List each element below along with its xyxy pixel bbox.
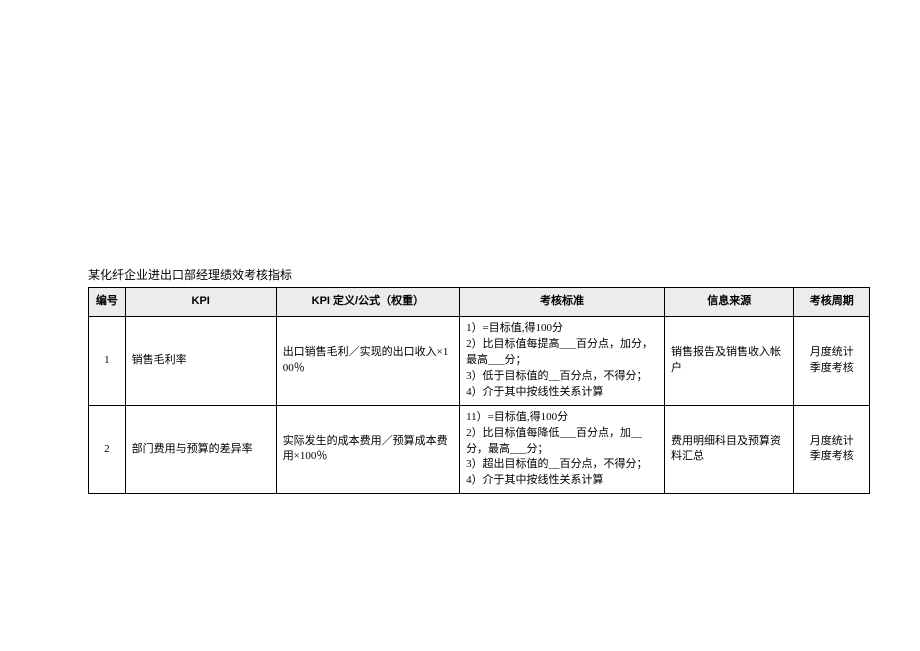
cell-cycle: 月度统计 季度考核 xyxy=(794,405,870,494)
cell-std: 11）=目标值,得100分 2）比目标值每降低___百分点，加__分，最高___… xyxy=(460,405,665,494)
kpi-table: 编号 KPI KPI 定义/公式（权重） 考核标准 信息来源 考核周期 1 销售… xyxy=(88,287,870,494)
cell-std: 1）=目标值,得100分 2）比目标值每提高___百分点，加分，最高___分； … xyxy=(460,316,665,405)
header-no: 编号 xyxy=(89,288,126,317)
cell-kpi: 销售毛利率 xyxy=(125,316,276,405)
cell-def: 实际发生的成本费用／预算成本费用×100％ xyxy=(276,405,459,494)
cell-def: 出口销售毛利／实现的出口收入×100％ xyxy=(276,316,459,405)
table-row: 1 销售毛利率 出口销售毛利／实现的出口收入×100％ 1）=目标值,得100分… xyxy=(89,316,870,405)
cell-no: 2 xyxy=(89,405,126,494)
header-std: 考核标准 xyxy=(460,288,665,317)
header-src: 信息来源 xyxy=(665,288,794,317)
header-def: KPI 定义/公式（权重） xyxy=(276,288,459,317)
header-kpi: KPI xyxy=(125,288,276,317)
cell-src: 费用明细科目及预算资料汇总 xyxy=(665,405,794,494)
table-title: 某化纤企业进出口部经理绩效考核指标 xyxy=(88,266,870,283)
document-content: 某化纤企业进出口部经理绩效考核指标 编号 KPI KPI 定义/公式（权重） 考… xyxy=(88,266,870,494)
header-cycle: 考核周期 xyxy=(794,288,870,317)
cell-no: 1 xyxy=(89,316,126,405)
table-header-row: 编号 KPI KPI 定义/公式（权重） 考核标准 信息来源 考核周期 xyxy=(89,288,870,317)
table-row: 2 部门费用与预算的差异率 实际发生的成本费用／预算成本费用×100％ 11）=… xyxy=(89,405,870,494)
cell-cycle: 月度统计 季度考核 xyxy=(794,316,870,405)
cell-kpi: 部门费用与预算的差异率 xyxy=(125,405,276,494)
cell-src: 销售报告及销售收入帐户 xyxy=(665,316,794,405)
